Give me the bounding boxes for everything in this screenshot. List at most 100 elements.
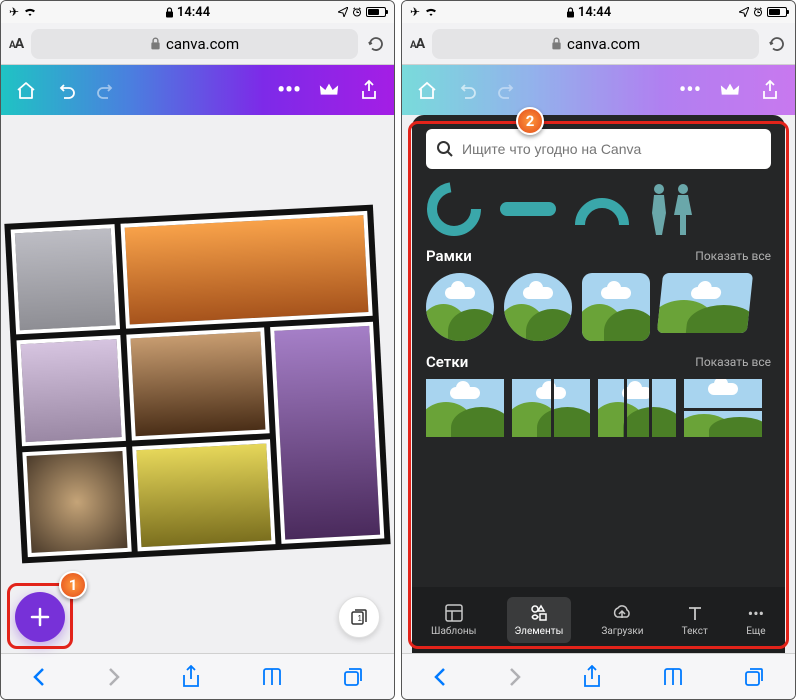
forward-icon[interactable] xyxy=(106,667,122,687)
grids-section: Сетки Показать все xyxy=(412,345,785,441)
bookmarks-icon[interactable] xyxy=(261,667,283,687)
home-icon[interactable] xyxy=(416,79,438,101)
grid-2rows[interactable] xyxy=(684,379,762,437)
editor-area: Рамки Показать все Сетки Показат xyxy=(402,115,795,653)
add-button[interactable] xyxy=(15,592,65,642)
collage-tile[interactable] xyxy=(270,322,385,544)
page-count-button[interactable]: 1 xyxy=(338,596,380,638)
more-icon[interactable]: ••• xyxy=(679,79,701,101)
frames-title: Рамки xyxy=(426,247,472,265)
home-icon[interactable] xyxy=(15,79,37,101)
crown-icon[interactable] xyxy=(719,79,741,101)
share-icon[interactable] xyxy=(358,79,380,101)
frames-show-all[interactable]: Показать все xyxy=(695,249,771,263)
grid-3cols[interactable] xyxy=(598,379,676,437)
tab-uploads[interactable]: Загрузки xyxy=(593,597,651,643)
grids-title: Сетки xyxy=(426,353,468,371)
collage-tile[interactable] xyxy=(120,211,373,329)
elements-panel: Рамки Показать все Сетки Показат xyxy=(412,115,785,653)
annotation-badge-2: 2 xyxy=(516,107,544,135)
grid-1x1[interactable] xyxy=(426,379,504,437)
bookmarks-icon[interactable] xyxy=(662,667,684,687)
lock-icon xyxy=(150,37,161,50)
search-field[interactable] xyxy=(426,129,771,169)
canva-toolbar: ••• xyxy=(1,65,394,115)
alarm-icon xyxy=(753,7,763,17)
text-icon xyxy=(685,603,705,623)
tabs-icon[interactable] xyxy=(743,666,765,688)
shape-minus[interactable] xyxy=(498,194,558,224)
svg-text:1: 1 xyxy=(358,614,363,623)
collage-tile[interactable] xyxy=(16,335,125,446)
share-icon[interactable] xyxy=(181,665,201,689)
back-icon[interactable] xyxy=(31,667,47,687)
uploads-icon xyxy=(612,603,632,623)
shapes-row[interactable] xyxy=(412,179,785,239)
airplane-icon: ✈︎ xyxy=(410,5,420,19)
frames-section: Рамки Показать все xyxy=(412,239,785,345)
reload-icon[interactable] xyxy=(767,34,787,54)
more-icon: ••• xyxy=(746,603,766,623)
frame-scallop[interactable] xyxy=(504,273,572,341)
url-text: canva.com xyxy=(166,35,239,53)
safari-toolbar xyxy=(1,653,394,699)
url-text: canva.com xyxy=(567,35,640,53)
undo-icon[interactable] xyxy=(456,79,478,101)
safari-address-bar: AA canva.com xyxy=(1,23,394,65)
reader-aa-icon[interactable]: AA xyxy=(410,36,424,52)
grids-show-all[interactable]: Показать все xyxy=(695,355,771,369)
back-icon[interactable] xyxy=(432,667,448,687)
ios-status-bar: ✈︎ 14:44 xyxy=(402,1,795,23)
safari-toolbar xyxy=(402,653,795,699)
tab-more[interactable]: ••• Еще xyxy=(738,597,774,643)
tab-elements[interactable]: Элементы xyxy=(507,597,572,643)
shape-people-icon[interactable] xyxy=(646,181,696,237)
battery-icon xyxy=(767,7,787,17)
wifi-icon xyxy=(23,7,37,17)
grid-2cols[interactable] xyxy=(512,379,590,437)
frame-circle[interactable] xyxy=(426,273,494,341)
airplane-icon: ✈︎ xyxy=(9,5,19,19)
phone-right: ✈︎ 14:44 AA canva.com ••• xyxy=(401,0,796,700)
url-field[interactable]: canva.com xyxy=(432,29,759,59)
phone-left: ✈︎ 14:44 AA canva.com xyxy=(0,0,395,700)
canva-toolbar: ••• xyxy=(402,65,795,115)
shape-arc[interactable] xyxy=(574,181,630,237)
status-time: 14:44 xyxy=(177,5,210,20)
search-input[interactable] xyxy=(462,141,761,157)
url-field[interactable]: canva.com xyxy=(31,29,358,59)
redo-icon[interactable] xyxy=(496,79,518,101)
lock-icon xyxy=(566,7,575,18)
tab-text[interactable]: Текст xyxy=(674,597,716,643)
frame-square[interactable] xyxy=(582,273,650,341)
more-icon[interactable]: ••• xyxy=(278,79,300,101)
crown-icon[interactable] xyxy=(318,79,340,101)
tabs-icon[interactable] xyxy=(342,666,364,688)
reader-aa-icon[interactable]: AA xyxy=(9,36,23,52)
safari-address-bar: AA canva.com xyxy=(402,23,795,65)
undo-icon[interactable] xyxy=(55,79,77,101)
redo-icon[interactable] xyxy=(95,79,117,101)
collage-tile[interactable] xyxy=(22,447,131,558)
canvas-editor[interactable]: 1 xyxy=(1,115,394,653)
annotation-badge-1: 1 xyxy=(59,571,87,599)
collage-tile[interactable] xyxy=(126,328,269,440)
share-icon[interactable] xyxy=(759,79,781,101)
location-icon xyxy=(739,7,749,17)
forward-icon[interactable] xyxy=(507,667,523,687)
status-time: 14:44 xyxy=(578,5,611,20)
collage-tile[interactable] xyxy=(11,224,120,335)
panel-tabs: Шаблоны Элементы Загрузки Текст ••• Еще xyxy=(412,587,785,653)
ios-status-bar: ✈︎ 14:44 xyxy=(1,1,394,23)
frame-parallelogram[interactable] xyxy=(657,273,753,333)
tab-templates[interactable]: Шаблоны xyxy=(423,597,484,643)
shape-ring[interactable] xyxy=(426,181,482,237)
wifi-icon xyxy=(424,7,438,17)
search-icon xyxy=(436,140,454,158)
alarm-icon xyxy=(352,7,362,17)
location-icon xyxy=(338,7,348,17)
collage-tile[interactable] xyxy=(132,439,275,551)
share-icon[interactable] xyxy=(582,665,602,689)
photo-collage[interactable] xyxy=(4,205,390,564)
reload-icon[interactable] xyxy=(366,34,386,54)
